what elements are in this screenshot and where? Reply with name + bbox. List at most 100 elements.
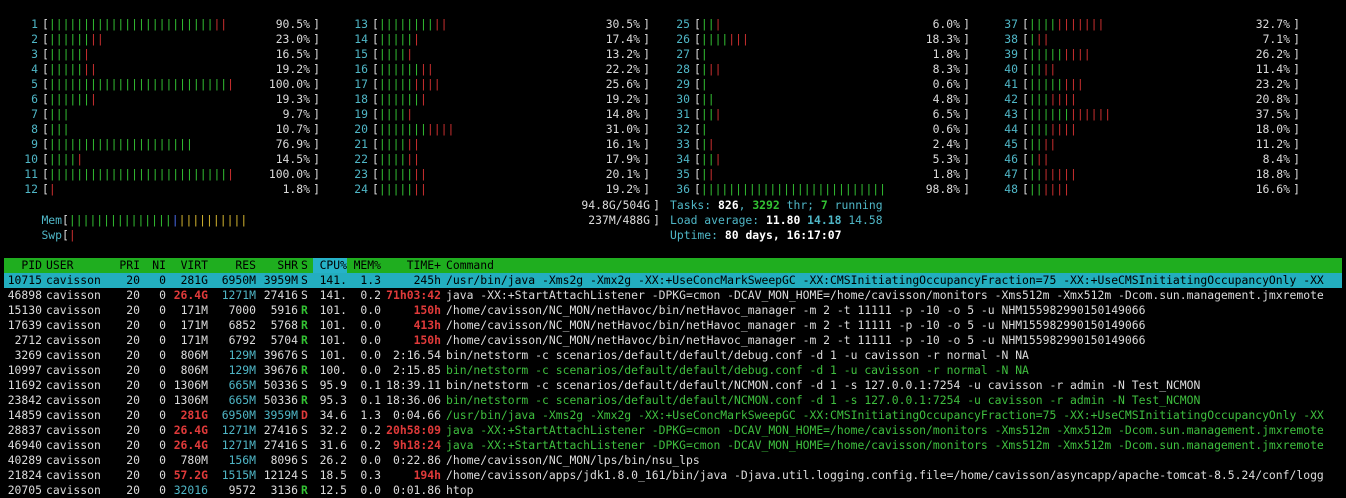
cpu-meter: 9 [||||||||||||||||||||| 76.9%]: [14, 137, 320, 152]
process-time: 150h: [413, 333, 441, 347]
process-shr: 3959M: [263, 408, 298, 422]
cpu-bar-user: |||||: [48, 62, 84, 76]
col-mem[interactable]: MEM%: [349, 258, 381, 273]
process-row[interactable]: 2712 cavisson 20 0 171M 6792 5704 R 101. 0.0 150h /…: [4, 333, 1342, 348]
process-time: 18:36.06: [386, 393, 441, 407]
cpu-number: 27: [676, 47, 690, 61]
col-res[interactable]: RES: [210, 258, 256, 273]
process-row[interactable]: 46898 cavisson 20 0 26.4G 1271M 27416 S 141. 0.2 7…: [4, 288, 1342, 303]
cpu-bar-user: ||||||: [48, 92, 91, 106]
cpu-bar-user: |||||: [378, 77, 414, 91]
process-virt: 32016: [173, 483, 208, 497]
col-user[interactable]: USER: [46, 258, 73, 273]
process-pid: 2712: [14, 333, 42, 347]
process-pid: 11692: [7, 378, 42, 392]
cpu-meter: 13 [|||||||||| 30.5%]: [344, 17, 650, 32]
cpu-meter: 26 [||||||| 18.3%]: [666, 32, 970, 47]
cpu-bar-system: |: [714, 107, 722, 121]
process-row[interactable]: 14859 cavisson 20 0 281G 6950M 3959M D 34.6 1.3 0:…: [4, 408, 1342, 423]
process-pid: 14859: [7, 408, 42, 422]
col-time[interactable]: TIME+: [385, 258, 441, 273]
cpu-percent: 98.8%: [925, 182, 960, 196]
cpu-number: 8: [31, 122, 38, 136]
cpu-meter: 6 [||||||| 19.3%]: [14, 92, 320, 107]
process-row[interactable]: 23842 cavisson 20 0 1306M 665M 50336 R 95.3 0.1 18…: [4, 393, 1342, 408]
cpu-meter: 33 [|| 2.4%]: [666, 137, 970, 152]
process-shr: 27416: [263, 423, 298, 437]
process-time: 0:01.86: [392, 483, 441, 497]
cpu-meter: 39 [||||||||| 26.2%]: [994, 47, 1300, 62]
cpu-bar-user: |||: [48, 122, 70, 136]
cpu-bar-user: ||||||: [378, 92, 421, 106]
process-virt: 26.4G: [173, 438, 208, 452]
cpu-meter: 43 [|||||||||||| 37.5%]: [994, 107, 1300, 122]
cpu-meter: 35 [|| 1.8%]: [666, 167, 970, 182]
cpu-meter: 1 [|||||||||||||||||||||||||| 90.5%]: [14, 17, 320, 32]
cpu-bar-system: ||: [433, 17, 448, 31]
cpu-bar-system: |: [76, 152, 84, 166]
col-shr[interactable]: SHR: [258, 258, 298, 273]
process-pri: 20: [126, 273, 140, 287]
col-ni[interactable]: NI: [144, 258, 166, 273]
col-command[interactable]: Command: [446, 258, 494, 273]
process-cmd: java -XX:+StartAttachListener -DPKG=cmon…: [446, 288, 1324, 302]
process-row[interactable]: 46940 cavisson 20 0 26.4G 1271M 27416 S 31.6 0.2 9…: [4, 438, 1342, 453]
cpu-percent: 18.8%: [1255, 167, 1290, 181]
process-time: 150h: [413, 303, 441, 317]
process-row[interactable]: 10997 cavisson 20 0 806M 129M 39676 R 100. 0.0 2:1…: [4, 363, 1342, 378]
process-row[interactable]: 11692 cavisson 20 0 1306M 665M 50336 S 95.9 0.1 18…: [4, 378, 1342, 393]
process-virt: 57.2G: [173, 468, 208, 482]
cpu-number: 39: [1004, 47, 1018, 61]
cpu-meter: 41 [|||||||| 23.2%]: [994, 77, 1300, 92]
cpu-number: 28: [676, 62, 690, 76]
swp-label: Swp: [41, 228, 63, 242]
cpu-bar-user: ||||: [378, 47, 407, 61]
cpu-number: 14: [354, 32, 368, 46]
process-row[interactable]: 28837 cavisson 20 0 26.4G 1271M 27416 S 32.2 0.2 2…: [4, 423, 1342, 438]
col-pid[interactable]: PID: [4, 258, 42, 273]
process-cpu: 101.: [319, 318, 347, 332]
col-cpu[interactable]: CPU%: [313, 258, 347, 273]
cpu-meter: 36 [||||||||||||||||||||||||||| 98.8%]: [666, 182, 970, 197]
col-virt[interactable]: VIRT: [168, 258, 208, 273]
cpu-meter: 28 [||| 8.3%]: [666, 62, 970, 77]
cpu-percent: 23.0%: [275, 32, 310, 46]
process-user: cavisson: [46, 468, 101, 482]
process-ni: 0: [159, 303, 166, 317]
cpu-bar-user: |||||: [378, 182, 414, 196]
process-ni: 0: [159, 483, 166, 497]
process-row[interactable]: 40289 cavisson 20 0 780M 156M 8096 S 26.2 0.0 0:22…: [4, 453, 1342, 468]
process-row[interactable]: 3269 cavisson 20 0 806M 129M 39676 S 101. 0.0 2:16…: [4, 348, 1342, 363]
process-row[interactable]: 15130 cavisson 20 0 171M 7000 5916 R 101. 0.0 150h…: [4, 303, 1342, 318]
cpu-bar-user: |||||||||||||||||||||: [48, 137, 193, 151]
process-row[interactable]: 21824 cavisson 20 0 57.2G 1515M 12124 S 18.5 0.3 1…: [4, 468, 1342, 483]
cpu-bar-user: |||||: [48, 47, 84, 61]
process-mem: 0.0: [360, 348, 381, 362]
process-table-header[interactable]: PID USER PRI NI VIRT RES SHR S CPU% MEM%…: [4, 258, 1342, 273]
process-row[interactable]: 10715 cavisson 20 0 281G 6950M 3959M S 141. 1.3 24…: [4, 273, 1342, 288]
cpu-bar-system: ||: [1042, 62, 1057, 76]
cpu-percent: 22.2%: [605, 62, 640, 76]
process-res: 129M: [228, 348, 256, 362]
process-row[interactable]: 20705 cavisson 20 0 32016 9572 3136 R 12.5 0.0 0:0…: [4, 483, 1342, 498]
cpu-number: 15: [354, 47, 368, 61]
cpu-bar-system: ||||: [1042, 182, 1071, 196]
process-s: R: [301, 318, 308, 332]
process-shr: 5704: [270, 333, 298, 347]
process-ni: 0: [159, 438, 166, 452]
process-mem: 0.0: [360, 333, 381, 347]
process-mem: 0.0: [360, 453, 381, 467]
col-pri[interactable]: PRI: [118, 258, 140, 273]
process-time: 2:16.54: [392, 348, 441, 362]
cpu-number: 34: [676, 152, 690, 166]
cpu-percent: 26.2%: [1255, 47, 1290, 61]
col-state[interactable]: S: [301, 258, 308, 273]
process-row[interactable]: 17639 cavisson 20 0 171M 6852 5768 R 101. 0.0 413h…: [4, 318, 1342, 333]
cpu-number: 47: [1004, 167, 1018, 181]
cpu-percent: 76.9%: [275, 137, 310, 151]
cpu-bar-user: ||: [700, 152, 715, 166]
process-time: 245h: [413, 273, 441, 287]
cpu-percent: 2.4%: [932, 137, 960, 151]
process-ni: 0: [159, 273, 166, 287]
cpu-percent: 17.9%: [605, 152, 640, 166]
